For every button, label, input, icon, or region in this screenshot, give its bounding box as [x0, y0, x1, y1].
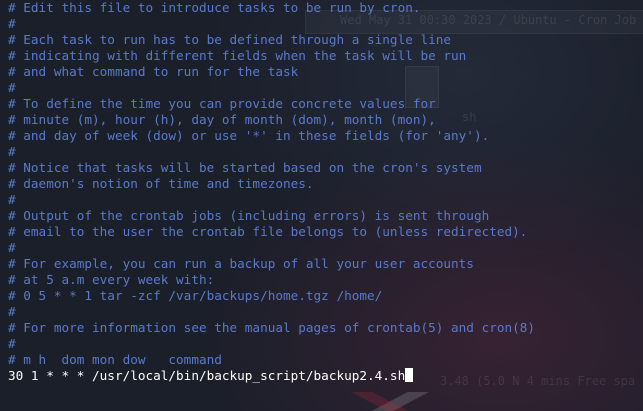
comment-line[interactable]: # For example, you can run a backup of a…: [8, 256, 535, 272]
comment-line[interactable]: # To define the time you can provide con…: [8, 96, 535, 112]
comment-line[interactable]: #: [8, 336, 535, 352]
comment-line[interactable]: # and day of week (dow) or use '*' in th…: [8, 128, 535, 144]
terminal-window[interactable]: Wed May 31 00:30 2023 / Ubuntu - Cron Jo…: [0, 0, 643, 411]
comment-line[interactable]: # 0 5 * * 1 tar -zcf /var/backups/home.t…: [8, 288, 535, 304]
comment-line[interactable]: #: [8, 304, 535, 320]
comment-line[interactable]: # For more information see the manual pa…: [8, 320, 535, 336]
comment-line[interactable]: #: [8, 16, 535, 32]
comment-line[interactable]: # email to the user the crontab file bel…: [8, 224, 535, 240]
comment-line[interactable]: #: [8, 240, 535, 256]
comment-line[interactable]: #: [8, 192, 535, 208]
comment-line[interactable]: #: [8, 144, 535, 160]
text-cursor: [405, 368, 414, 382]
background-flag-decoration: [300, 392, 480, 411]
comment-line[interactable]: # and what command to run for the task: [8, 64, 535, 80]
comment-line[interactable]: # m h dom mon dow command: [8, 352, 535, 368]
crontab-editor-content[interactable]: # Edit this file to introduce tasks to b…: [8, 0, 535, 384]
comment-line[interactable]: # indicating with different fields when …: [8, 48, 535, 64]
comment-line[interactable]: #: [8, 80, 535, 96]
comment-line[interactable]: # daemon's notion of time and timezones.: [8, 176, 535, 192]
cron-job-line[interactable]: 30 1 * * * /usr/local/bin/backup_script/…: [8, 368, 535, 384]
cron-job-command[interactable]: 30 1 * * * /usr/local/bin/backup_script/…: [8, 368, 405, 383]
comment-line[interactable]: # minute (m), hour (h), day of month (do…: [8, 112, 535, 128]
comment-line[interactable]: # Output of the crontab jobs (including …: [8, 208, 535, 224]
comment-line[interactable]: # at 5 a.m every week with:: [8, 272, 535, 288]
comment-line[interactable]: # Notice that tasks will be started base…: [8, 160, 535, 176]
comment-line[interactable]: # Each task to run has to be defined thr…: [8, 32, 535, 48]
comment-line[interactable]: # Edit this file to introduce tasks to b…: [8, 0, 535, 16]
